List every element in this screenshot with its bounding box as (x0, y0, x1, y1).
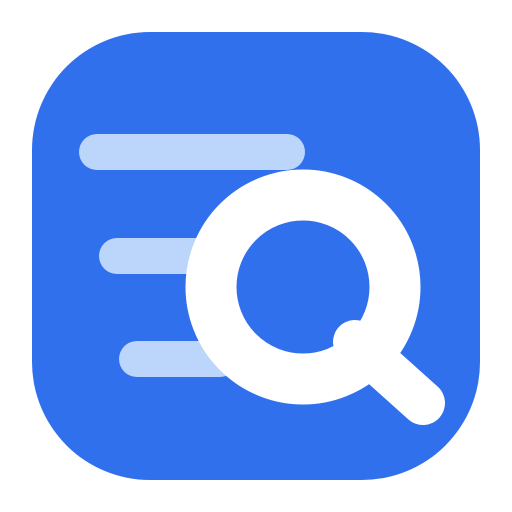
search-list-app-icon (32, 32, 480, 480)
